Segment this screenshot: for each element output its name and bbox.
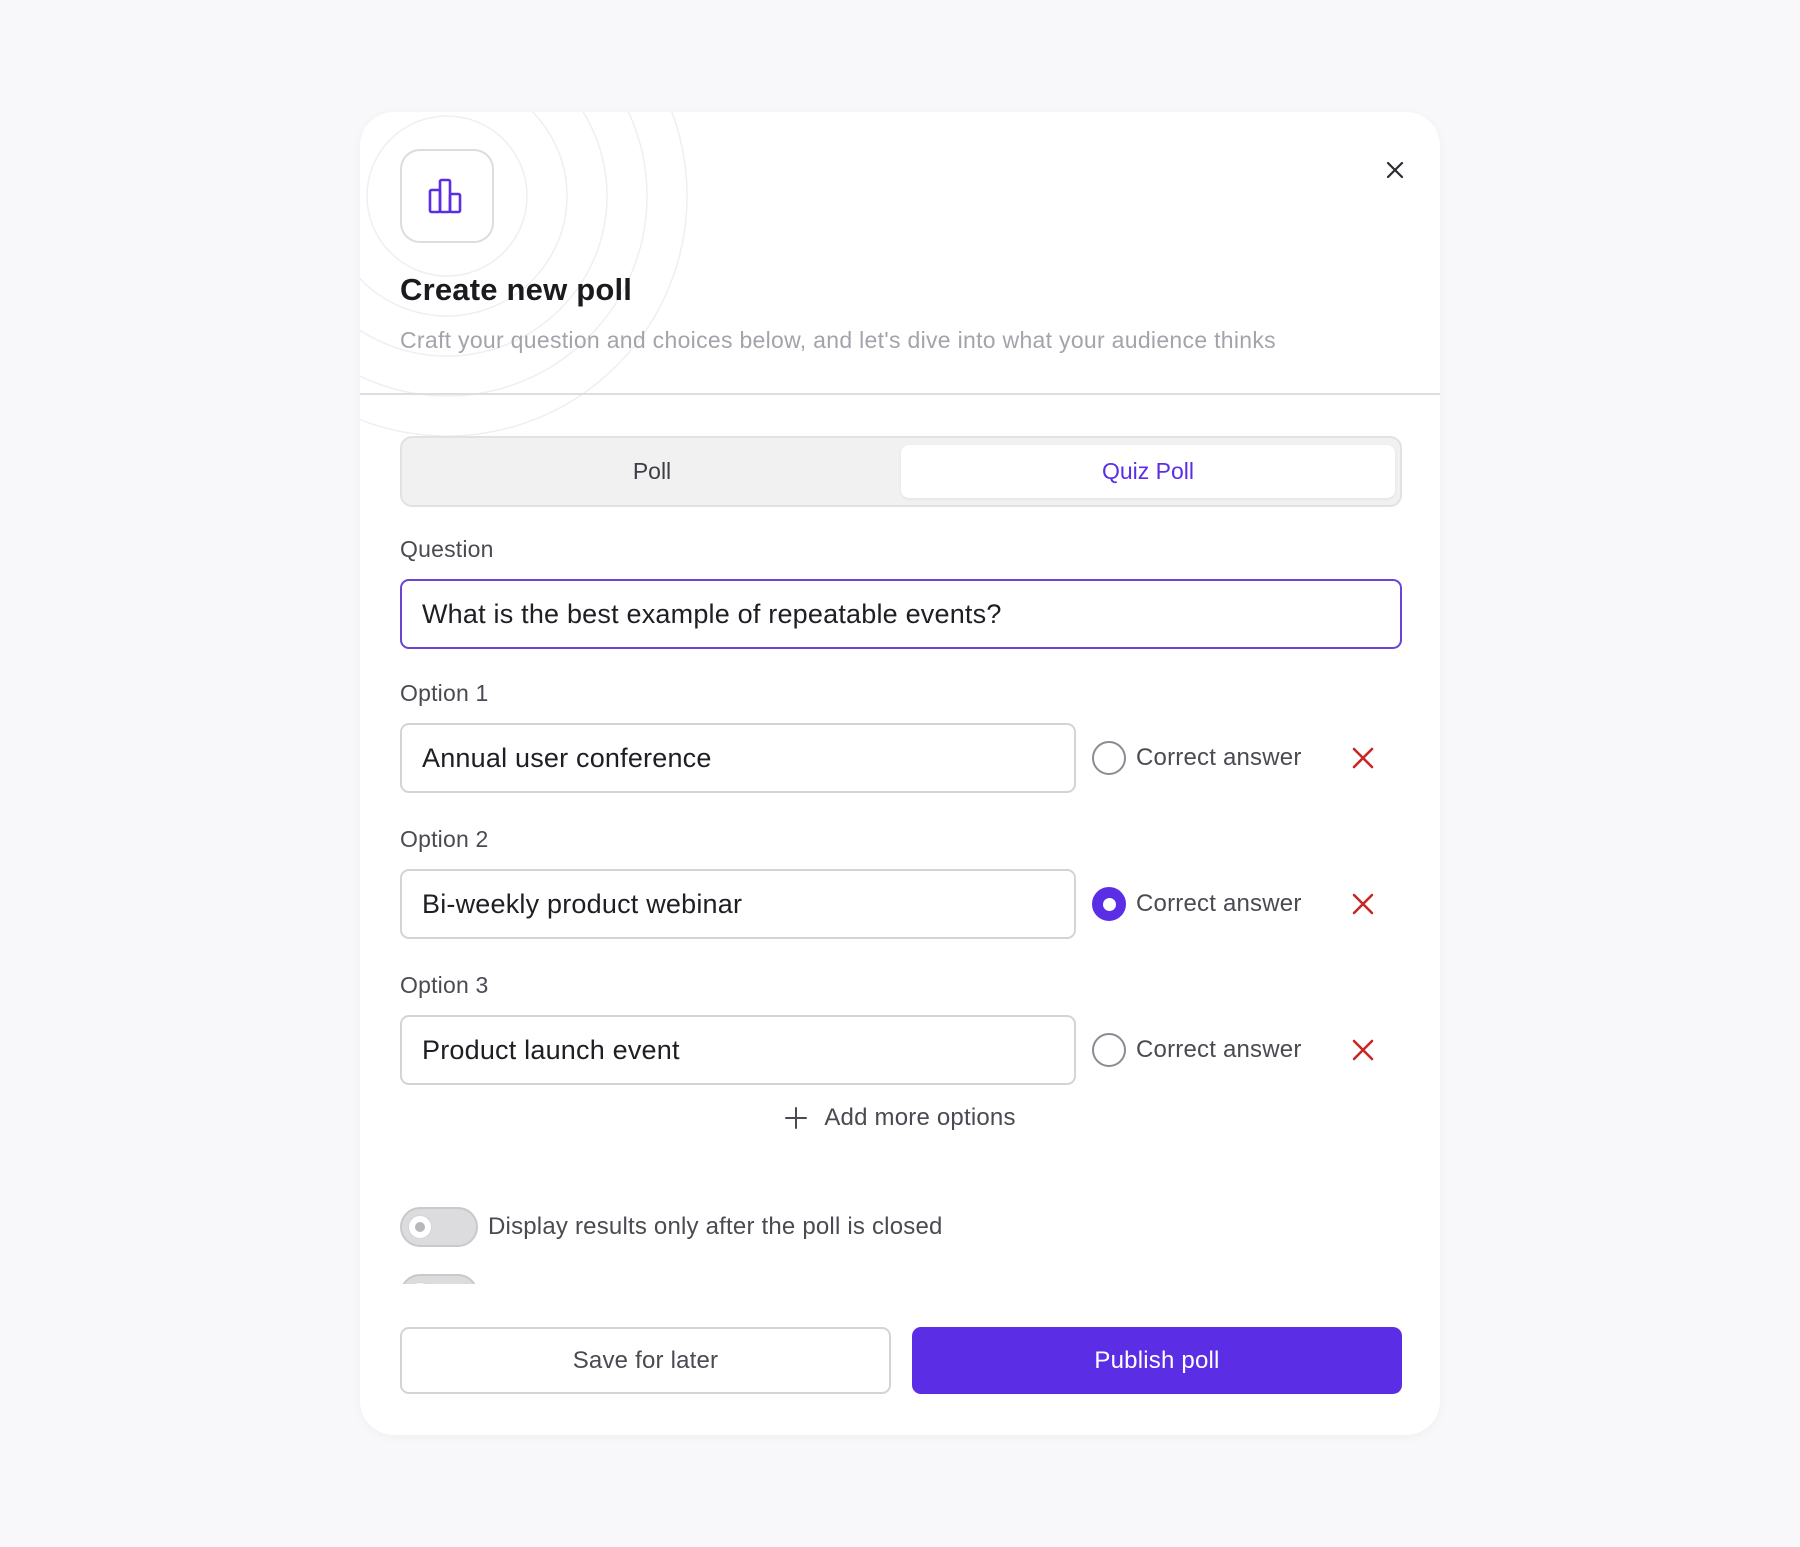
- header-divider: [360, 393, 1440, 395]
- plus-icon: [784, 1106, 808, 1130]
- option-1-label: Option 1: [400, 680, 489, 706]
- hidden-toggle[interactable]: [400, 1274, 478, 1284]
- correct-answer-label: Correct answer: [1136, 890, 1302, 917]
- results-after-close-toggle[interactable]: [400, 1207, 478, 1247]
- results-after-close-label: Display results only after the poll is c…: [488, 1213, 943, 1240]
- page-title: Create new poll: [400, 272, 633, 307]
- save-for-later-button[interactable]: Save for later: [400, 1327, 891, 1394]
- close-button[interactable]: [1371, 146, 1419, 194]
- option-2-label: Option 2: [400, 826, 489, 852]
- publish-poll-button[interactable]: Publish poll: [912, 1327, 1402, 1394]
- option-2-correct-radio[interactable]: Correct answer: [1092, 887, 1302, 921]
- page-subtitle: Craft your question and choices below, a…: [400, 327, 1276, 353]
- option-1-correct-radio[interactable]: Correct answer: [1092, 741, 1302, 775]
- option-3-correct-radio[interactable]: Correct answer: [1092, 1033, 1302, 1067]
- question-input[interactable]: [400, 579, 1402, 649]
- add-more-options-button[interactable]: Add more options: [360, 1104, 1440, 1132]
- tab-poll[interactable]: Poll: [407, 445, 897, 498]
- question-label: Question: [400, 536, 494, 562]
- close-icon: [1352, 893, 1374, 915]
- radio-button[interactable]: [1092, 1033, 1126, 1067]
- close-icon: [1352, 747, 1374, 769]
- correct-answer-label: Correct answer: [1136, 1036, 1302, 1063]
- radio-button-checked[interactable]: [1092, 887, 1126, 921]
- close-icon: [1386, 161, 1404, 179]
- results-after-close-row: Display results only after the poll is c…: [400, 1207, 943, 1247]
- correct-answer-label: Correct answer: [1136, 744, 1302, 771]
- option-2-input[interactable]: [400, 869, 1076, 939]
- radio-button[interactable]: [1092, 741, 1126, 775]
- option-3-label: Option 3: [400, 972, 489, 998]
- add-more-options-label: Add more options: [824, 1104, 1016, 1131]
- scroll-clip-toggle: [400, 1274, 480, 1284]
- option-1-delete-button[interactable]: [1343, 738, 1383, 778]
- option-2-delete-button[interactable]: [1343, 884, 1383, 924]
- option-1-input[interactable]: [400, 723, 1076, 793]
- close-icon: [1352, 1039, 1374, 1061]
- poll-type-switch: Poll Quiz Poll: [400, 436, 1402, 507]
- create-poll-modal: Create new poll Craft your question and …: [360, 112, 1440, 1435]
- option-3-delete-button[interactable]: [1343, 1030, 1383, 1070]
- tab-quiz-poll[interactable]: Quiz Poll: [901, 445, 1395, 498]
- option-3-input[interactable]: [400, 1015, 1076, 1085]
- bar-chart-icon: [428, 178, 462, 214]
- poll-icon-box: [400, 149, 494, 243]
